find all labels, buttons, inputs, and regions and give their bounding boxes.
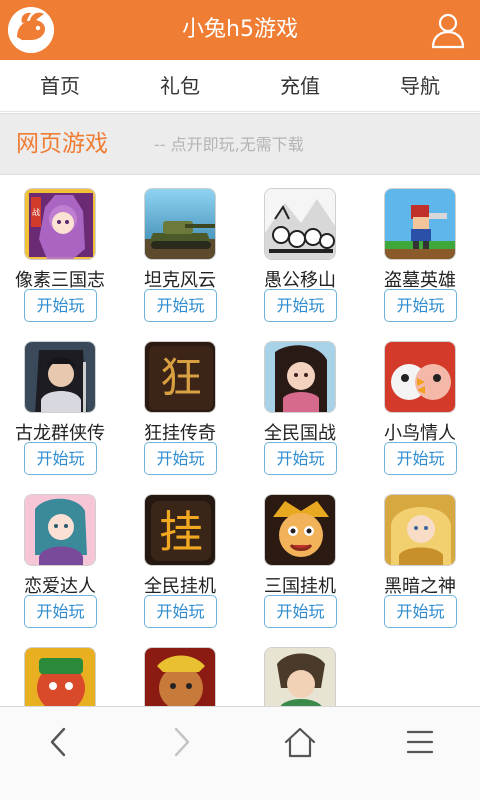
nav-gift[interactable]: 礼包 — [120, 60, 240, 111]
yugong-icon[interactable] — [264, 188, 336, 260]
home-icon[interactable] — [270, 721, 330, 763]
user-icon[interactable] — [428, 10, 468, 50]
svg-text:战: 战 — [32, 207, 40, 217]
green-hero-icon[interactable] — [264, 647, 336, 706]
game-card — [240, 635, 360, 706]
three-kingdoms-idle-icon[interactable] — [264, 494, 336, 566]
pixel-three-kingdoms-icon[interactable]: 战 — [24, 188, 96, 260]
chevron-left-icon[interactable] — [30, 721, 90, 763]
play-button[interactable]: 开始玩 — [144, 442, 217, 475]
menu-icon[interactable] — [390, 721, 450, 763]
section-subtitle: -- 点开即玩,无需下载 — [154, 135, 304, 154]
game-card: 小鸟情人 开始玩 — [360, 329, 480, 482]
dark-god-icon[interactable] — [384, 494, 456, 566]
game-card: 恋爱达人 开始玩 — [0, 482, 120, 635]
play-button[interactable]: 开始玩 — [264, 595, 337, 628]
game-card: 坦克风云 开始玩 — [120, 176, 240, 329]
game-card: 狂 狂挂传奇 开始玩 — [120, 329, 240, 482]
kuang-character-icon[interactable]: 狂 — [144, 341, 216, 413]
love-expert-icon[interactable] — [24, 494, 96, 566]
play-button[interactable]: 开始玩 — [264, 289, 337, 322]
svg-text:挂: 挂 — [159, 507, 203, 558]
bird-lovers-icon[interactable] — [384, 341, 456, 413]
section-header: 网页游戏 -- 点开即玩,无需下载 — [0, 113, 480, 175]
play-button[interactable]: 开始玩 — [24, 289, 97, 322]
gua-character-icon[interactable]: 挂 — [144, 494, 216, 566]
play-button[interactable]: 开始玩 — [384, 442, 457, 475]
game-card — [0, 635, 120, 706]
game-card: 盗墓英雄 开始玩 — [360, 176, 480, 329]
tomb-hero-icon[interactable] — [384, 188, 456, 260]
game-card: 愚公移山 开始玩 — [240, 176, 360, 329]
play-button[interactable]: 开始玩 — [264, 442, 337, 475]
red-warrior-icon[interactable] — [24, 647, 96, 706]
bottom-toolbar — [0, 706, 480, 800]
chevron-right-icon[interactable] — [150, 721, 210, 763]
nav-guide[interactable]: 导航 — [360, 60, 480, 111]
swordsman-icon[interactable] — [24, 341, 96, 413]
play-button[interactable]: 开始玩 — [144, 289, 217, 322]
nav-home[interactable]: 首页 — [0, 60, 120, 111]
national-war-icon[interactable] — [264, 341, 336, 413]
game-grid: 战 像素三国志 开始玩 坦克风云 开始玩 愚公移山 开始玩 盗墓英雄 开始玩 古… — [0, 176, 480, 706]
game-card: 黑暗之神 开始玩 — [360, 482, 480, 635]
game-card: 挂 全民挂机 开始玩 — [120, 482, 240, 635]
game-card: 全民国战 开始玩 — [240, 329, 360, 482]
play-button[interactable]: 开始玩 — [24, 442, 97, 475]
tank-icon[interactable] — [144, 188, 216, 260]
nav-recharge[interactable]: 充值 — [240, 60, 360, 111]
app-header: 小兔h5游戏 — [0, 0, 480, 60]
play-button[interactable]: 开始玩 — [384, 595, 457, 628]
monkey-king-icon[interactable] — [144, 647, 216, 706]
app-title: 小兔h5游戏 — [182, 17, 298, 42]
play-button[interactable]: 开始玩 — [24, 595, 97, 628]
svg-text:狂: 狂 — [160, 353, 202, 402]
main-nav: 首页 礼包 充值 导航 — [0, 60, 480, 112]
game-card: 三国挂机 开始玩 — [240, 482, 360, 635]
game-card — [120, 635, 240, 706]
play-button[interactable]: 开始玩 — [144, 595, 217, 628]
game-card: 战 像素三国志 开始玩 — [0, 176, 120, 329]
game-card: 古龙群侠传 开始玩 — [0, 329, 120, 482]
play-button[interactable]: 开始玩 — [384, 289, 457, 322]
section-title: 网页游戏 — [16, 131, 108, 157]
